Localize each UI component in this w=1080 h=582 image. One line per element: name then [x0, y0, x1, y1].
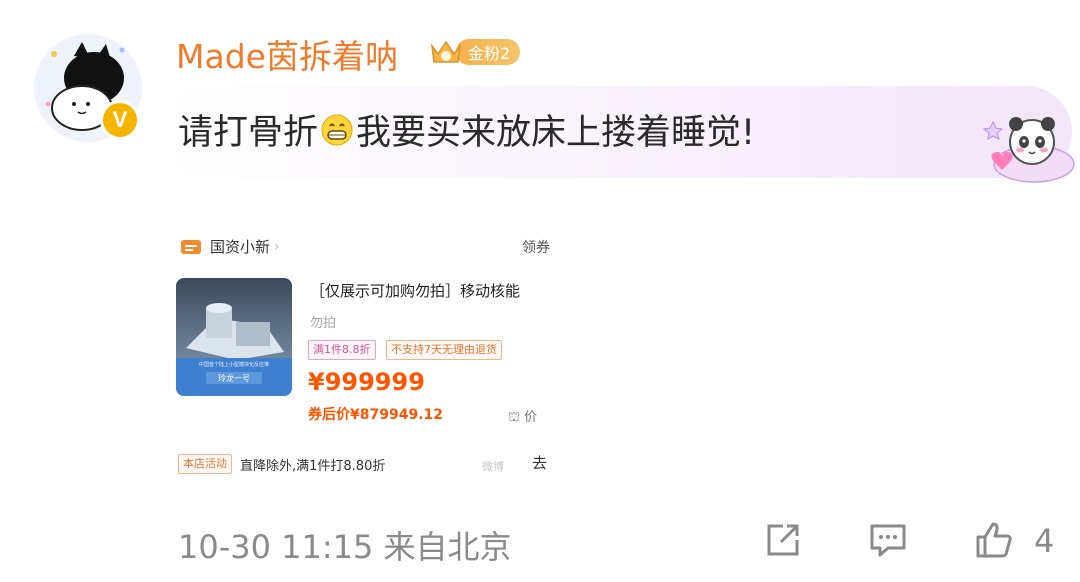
thumb-caption: 中国首个陆上小型模块化反应堆	[199, 361, 269, 368]
price-compare-label: 价	[524, 410, 538, 425]
get-coupon-link[interactable]: 领券	[522, 237, 550, 257]
product-spec: 勿拍	[310, 316, 337, 331]
panda-sticker-icon	[982, 117, 1075, 183]
price-compare-icon: ⛫	[508, 410, 520, 425]
no-return-tag: 不支持7天无理由退货	[386, 340, 502, 360]
store-activity-tag: 本店活动	[178, 454, 232, 474]
comment-location: 来自北京	[383, 528, 512, 566]
discount-tag: 满1件8.8折	[308, 340, 376, 360]
product-card[interactable]: 国资小新 › 领券 中国首个陆上小型模块化反应堆 玲龙一号 ［仅展示可加购勿拍］…	[170, 222, 560, 484]
product-thumbnail[interactable]: 中国首个陆上小型模块化反应堆 玲龙一号	[176, 278, 292, 396]
comment-text-part2: 我要买来放床上搂着睡觉!	[356, 113, 756, 153]
fan-level-badge: 金粉2	[428, 36, 521, 68]
product-price: ¥999999	[308, 368, 425, 396]
grinning-face-emoji-icon	[321, 114, 353, 145]
shop-logo-icon	[181, 239, 201, 254]
comment-meta: 10-30 11:15 来自北京	[178, 522, 512, 568]
comment-text-part1: 请打骨折	[178, 113, 319, 153]
comment-icon[interactable]	[868, 520, 908, 560]
chevron-right-icon: ›	[274, 238, 280, 255]
thumbs-up-icon[interactable]	[974, 520, 1014, 560]
weibo-watermark: 微博	[482, 460, 504, 473]
like-count: 4	[1034, 522, 1055, 560]
truncated-action-text: 去	[532, 454, 548, 472]
verified-badge-icon: V	[100, 100, 140, 140]
shop-row[interactable]: 国资小新 ›	[180, 236, 280, 257]
share-icon[interactable]	[763, 520, 803, 560]
thumb-product-name: 玲龙一号	[218, 373, 250, 383]
fan-badge-label: 金粉2	[456, 39, 521, 65]
promo-text: 直降除外,满1件打8.80折	[240, 458, 386, 474]
comment-text: 请打骨折 我要买来放床上搂着睡觉!	[178, 104, 755, 155]
price-compare-link[interactable]: ⛫ 价	[508, 406, 537, 427]
shop-name: 国资小新	[210, 238, 271, 256]
username[interactable]: Made茵拆着呐	[176, 30, 398, 78]
verified-mark: V	[112, 107, 128, 132]
product-title[interactable]: ［仅展示可加购勿拍］移动核能	[310, 280, 520, 301]
price-after-coupon: 券后价¥879949.12	[308, 407, 443, 423]
crown-icon	[430, 40, 462, 63]
promo-row: 本店活动 直降除外,满1件打8.80折	[178, 454, 385, 474]
comment-timestamp: 10-30 11:15	[178, 528, 374, 566]
